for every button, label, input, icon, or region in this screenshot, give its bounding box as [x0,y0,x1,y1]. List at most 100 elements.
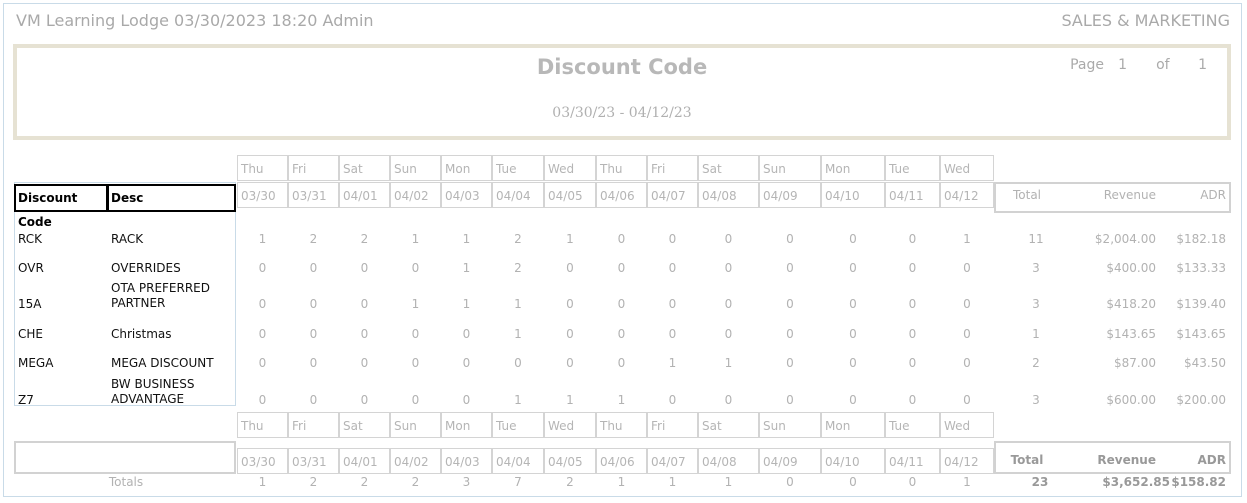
table-cell-count: 1 [724,356,733,370]
table-cell-total: 3 [1032,297,1040,311]
table-cell-count: 0 [724,327,733,341]
table-cell-count: 0 [786,297,794,311]
table-cell-count: 0 [617,327,626,341]
day-header-cell: Tue [492,412,544,438]
table-cell-count: 0 [566,297,574,311]
table-cell-count: 0 [668,297,677,311]
table-cell-count: 0 [309,327,318,341]
date-header-cell: 04/04 [492,182,544,208]
date-header-cell: 04/10 [821,182,885,208]
table-cell-count: 0 [411,327,420,341]
day-header-cell: Mon [821,412,885,438]
col-header-discount-code: Discount Code [14,184,108,229]
totals-cell-count: 0 [908,475,917,489]
footer-label-box [14,441,236,474]
date-header-cell: 04/12 [940,182,994,208]
table-cell-count: 2 [514,232,522,246]
day-header-cell: Wed [940,155,994,181]
totals-cell-total: 23 [1031,475,1049,489]
table-cell-revenue: $2,004.00 [1094,232,1156,246]
report-title: Discount Code [536,55,708,79]
date-header-cell: 04/12 [940,448,994,474]
date-header-cell: 04/02 [390,182,441,208]
table-cell-count: 0 [849,393,857,407]
table-cell-total: 1 [1032,327,1040,341]
table-cell-count: 0 [963,327,971,341]
totals-cell-count: 2 [309,475,318,489]
department-label: SALES & MARKETING [1061,11,1230,30]
totals-cell-count: 0 [786,475,794,489]
day-header-cell: Thu [237,412,288,438]
date-header-cell: 04/06 [596,182,647,208]
table-cell-count: 1 [514,327,522,341]
table-cell-count: 0 [849,232,857,246]
day-header-cell: Thu [237,155,288,181]
totals-cell-count: 1 [963,475,971,489]
table-cell-adr: $182.18 [1176,232,1226,246]
table-cell-count: 0 [849,327,857,341]
table-cell-count: 0 [786,232,794,246]
table-cell-count: 0 [963,393,971,407]
app-header-line: VM Learning Lodge 03/30/2023 18:20 Admin [16,11,374,30]
table-cell-revenue: $400.00 [1106,261,1156,275]
page-label: Page [1070,57,1104,73]
table-cell-count: 0 [724,261,733,275]
page-number: 1 [1118,57,1127,73]
table-cell-count: 0 [258,297,267,311]
table-cell-count: 1 [566,393,574,407]
table-cell-count: 0 [309,356,318,370]
col-header-adr: ADR [1200,188,1226,202]
day-header-cell: Wed [544,412,596,438]
report-title-box: Discount Code 03/30/23 - 04/12/23 Page 1 o… [13,44,1231,140]
page-indicator: Page 1 of 1 [1070,57,1207,73]
col-header-revenue: Revenue [1097,453,1156,467]
table-cell-count: 2 [360,232,369,246]
totals-cell-count: 1 [617,475,626,489]
table-cell-count: 1 [462,261,471,275]
col-header-desc: Desc [107,184,236,212]
day-header-cell: Sun [390,155,441,181]
table-row-code: OVR [18,261,44,275]
table-cell-count: 1 [411,297,420,311]
table-cell-count: 0 [724,232,733,246]
date-header-cell: 03/30 [237,448,288,474]
totals-cell-count: 1 [668,475,677,489]
table-cell-count: 0 [258,327,267,341]
page-total: 1 [1198,57,1207,73]
table-row-desc: Christmas [111,327,172,341]
table-cell-count: 0 [514,356,522,370]
day-header-cell: Tue [492,155,544,181]
date-header-cell: 04/03 [441,182,492,208]
table-cell-count: 0 [908,297,917,311]
date-header-cell: 04/03 [441,448,492,474]
totals-cell-count: 2 [360,475,369,489]
date-header-cell: 04/02 [390,448,441,474]
table-cell-count: 1 [514,393,522,407]
table-cell-count: 0 [309,297,318,311]
date-header-cell: 04/08 [698,448,759,474]
table-cell-count: 1 [411,232,420,246]
table-cell-count: 0 [908,232,917,246]
table-cell-count: 0 [668,393,677,407]
day-header-cell: Sat [698,412,759,438]
table-cell-count: 1 [566,232,574,246]
table-cell-count: 0 [786,261,794,275]
date-header-cell: 04/08 [698,182,759,208]
day-header-cell: Thu [596,412,647,438]
date-header-cell: 04/01 [339,448,390,474]
table-row-desc: OVERRIDES [111,261,181,275]
col-header-total: Total [1010,453,1044,467]
table-cell-count: 0 [411,393,420,407]
table-cell-adr: $43.50 [1184,356,1226,370]
date-header-cell: 04/01 [339,182,390,208]
table-row-code: RCK [18,232,42,246]
table-cell-count: 0 [724,393,733,407]
day-header-cell: Fri [288,155,339,181]
table-cell-count: 0 [668,327,677,341]
table-cell-count: 2 [309,232,318,246]
table-cell-count: 0 [963,297,971,311]
date-header-cell: 04/09 [759,448,821,474]
table-cell-count: 0 [963,261,971,275]
table-cell-count: 0 [849,297,857,311]
table-cell-count: 0 [786,327,794,341]
